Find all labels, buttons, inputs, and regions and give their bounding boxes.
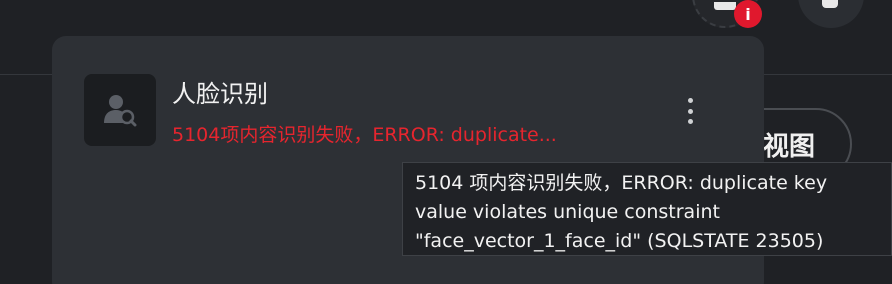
face-search-icon [84,74,156,146]
tooltip-line-3: "face_vector_1_face_id" (SQLSTATE 23505) [415,230,824,252]
user-menu-button[interactable] [798,0,864,28]
app-stage: i 视图 人脸识别 5104项内容识别失败，ERROR: duplicate..… [0,0,892,284]
view-button-label: 视图 [763,132,816,162]
tooltip-line-2: value violates unique constraint [415,201,720,223]
card-title: 人脸识别 [172,80,268,108]
error-tooltip: 5104 项内容识别失败，ERROR: duplicate key value … [402,162,892,256]
info-icon[interactable]: i [734,0,762,28]
more-vertical-icon[interactable] [680,94,700,128]
error-message-preview[interactable]: 5104项内容识别失败，ERROR: duplicate... [172,120,642,147]
tooltip-line-1: 5104 项内容识别失败，ERROR: duplicate key [415,172,828,194]
mail-icon [714,2,736,10]
user-icon [822,0,838,8]
